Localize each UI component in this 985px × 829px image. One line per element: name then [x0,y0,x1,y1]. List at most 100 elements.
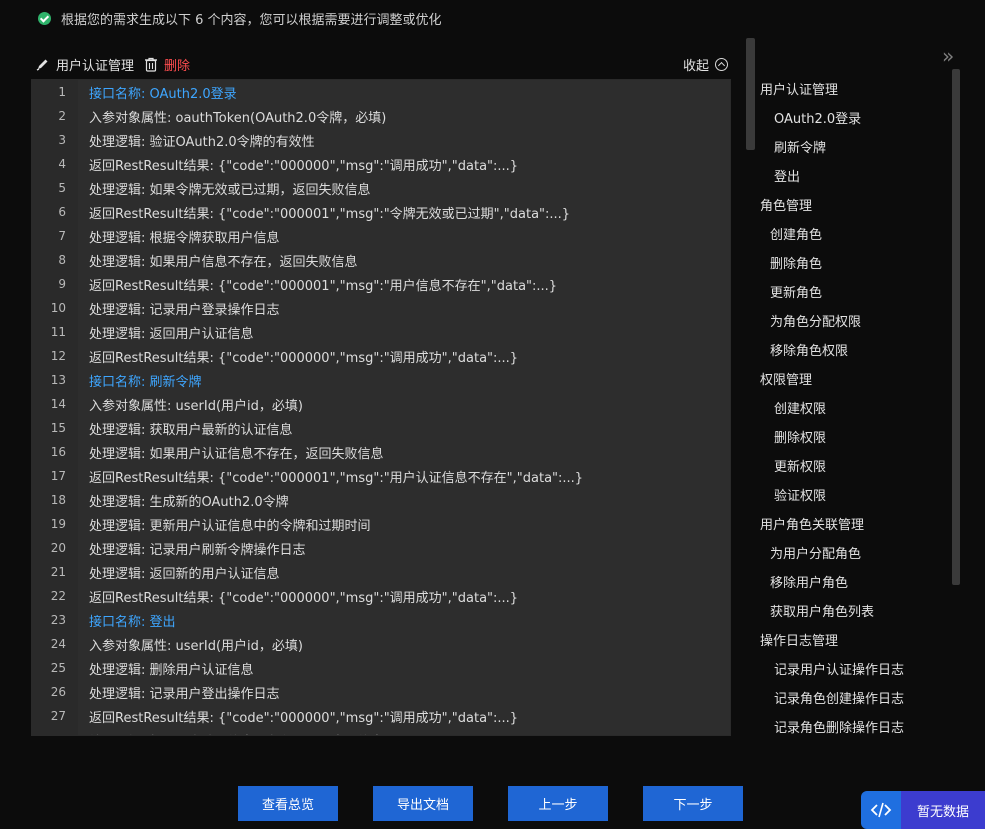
line-number: 13 [50,373,66,387]
code-line[interactable]: 9 返回RestResult结果: {"code":"000001","msg":… [32,272,730,296]
editor-toolbar: 用户认证管理 删除 收起 [36,53,728,75]
widget-text: 暂无数据 [901,791,985,829]
line-number: 21 [50,565,66,579]
line-text: 接口名称: 登出 [89,614,176,630]
code-line[interactable]: 10 处理逻辑: 记录用户登录操作日志 [32,296,730,320]
line-number: 5 [58,181,66,195]
code-line[interactable]: 17 返回RestResult结果: {"code":"000001","msg"… [32,464,730,488]
prev-button[interactable]: 上一步 [508,786,608,821]
next-button[interactable]: 下一步 [643,786,743,821]
double-chevron-right-icon[interactable]: » [942,44,955,68]
delete-button[interactable]: 删除 [144,55,190,74]
notice-text: 根据您的需求生成以下 6 个内容，您可以根据需要进行调整或优化 [61,13,442,28]
code-line[interactable]: 5 处理逻辑: 如果令牌无效或已过期，返回失败信息 [32,176,730,200]
outline-sidebar: 用户认证管理 OAuth2.0登录 刷新令牌登出角色管理创建角色删除角色更新角色为角… [746,38,962,738]
line-text: 返回RestResult结果: {"code":"000000","msg":"… [89,350,519,366]
outline-item[interactable]: 创建权限 [774,398,826,417]
code-line[interactable]: 14 入参对象属性: userId(用户id，必填) [32,392,730,416]
line-text: 处理逻辑: 获取用户最新的认证信息 [89,422,293,438]
outline-group[interactable]: 用户角色关联管理 [760,514,864,533]
overview-button[interactable]: 查看总览 [238,786,338,821]
line-text: 处理逻辑: 验证OAuth2.0令牌的有效性 [89,134,315,150]
outline-item[interactable]: 记录用户认证操作日志 [774,659,904,678]
code-line[interactable]: 28 处理逻辑: 如果用户认证信息不存在，返回失败信息 [32,728,730,735]
code-line[interactable]: 22 返回RestResult结果: {"code":"000000","msg"… [32,584,730,608]
line-text: 入参对象属性: userId(用户id，必填) [89,398,303,414]
code-editor[interactable]: 1 接口名称: OAuth2.0登录 2 入参对象属性: oauthToken(OAu… [31,79,731,736]
collapse-button[interactable]: 收起 [683,55,728,74]
code-line[interactable]: 24 入参对象属性: userId(用户id，必填) [32,632,730,656]
code-line[interactable]: 4 返回RestResult结果: {"code":"000000","msg":… [32,152,730,176]
line-number: 7 [58,229,66,243]
outline-group[interactable]: 用户认证管理 [760,79,838,98]
line-text: 返回RestResult结果: {"code":"000001","msg":"… [89,278,558,294]
line-number: 28 [32,733,66,735]
outline-item[interactable]: 创建角色 [770,224,822,243]
check-circle-icon [38,12,51,25]
code-line[interactable]: 19 处理逻辑: 更新用户认证信息中的令牌和过期时间 [32,512,730,536]
code-line[interactable]: 12 返回RestResult结果: {"code":"000000","msg"… [32,344,730,368]
outline-group[interactable]: 操作日志管理 [760,630,838,649]
outline-item[interactable]: 记录角色删除操作日志 [774,717,904,736]
line-text: 处理逻辑: 删除用户认证信息 [89,662,254,678]
outline-item[interactable]: 记录角色创建操作日志 [774,688,904,707]
outline-item[interactable]: 移除角色权限 [770,340,848,359]
code-line[interactable]: 15 处理逻辑: 获取用户最新的认证信息 [32,416,730,440]
outline-group[interactable]: 角色管理 [760,195,812,214]
code-line[interactable]: 27 返回RestResult结果: {"code":"000000","msg"… [32,704,730,728]
outline-item[interactable]: OAuth2.0登录 [774,108,861,127]
line-number: 12 [50,349,66,363]
code-line[interactable]: 23 接口名称: 登出 [32,608,730,632]
outline-group[interactable]: 权限管理 [760,369,812,388]
line-text: 处理逻辑: 返回用户认证信息 [89,326,254,342]
line-number: 1 [58,85,66,99]
outline-item[interactable]: 删除权限 [774,427,826,446]
code-line[interactable]: 2 入参对象属性: oauthToken(OAuth2.0令牌，必填) [32,104,730,128]
outline-item[interactable]: 为用户分配角色 [770,543,861,562]
outline-item[interactable]: 删除角色 [770,253,822,272]
outline-item[interactable]: 更新角色 [770,282,822,301]
export-button[interactable]: 导出文档 [373,786,473,821]
code-line[interactable]: 8 处理逻辑: 如果用户信息不存在，返回失败信息 [32,248,730,272]
code-line[interactable]: 6 返回RestResult结果: {"code":"000001","msg":… [32,200,730,224]
line-number: 23 [50,613,66,627]
code-line[interactable]: 1 接口名称: OAuth2.0登录 [32,80,730,104]
code-line[interactable]: 21 处理逻辑: 返回新的用户认证信息 [32,560,730,584]
outline-item[interactable]: 刷新令牌 [774,137,826,156]
line-number: 8 [58,253,66,267]
code-line[interactable]: 7 处理逻辑: 根据令牌获取用户信息 [32,224,730,248]
line-number: 22 [50,589,66,603]
line-text: 接口名称: OAuth2.0登录 [89,86,237,102]
outline-item[interactable]: 验证权限 [774,485,826,504]
code-icon [861,791,901,829]
code-line[interactable]: 13 接口名称: 刷新令牌 [32,368,730,392]
code-line[interactable]: 11 处理逻辑: 返回用户认证信息 [32,320,730,344]
outline-item[interactable]: 为角色分配权限 [770,311,861,330]
code-line[interactable]: 18 处理逻辑: 生成新的OAuth2.0令牌 [32,488,730,512]
code-line[interactable]: 25 处理逻辑: 删除用户认证信息 [32,656,730,680]
line-text: 返回RestResult结果: {"code":"000001","msg":"… [89,470,584,486]
code-line[interactable]: 16 处理逻辑: 如果用户认证信息不存在，返回失败信息 [32,440,730,464]
outline-item[interactable]: 登出 [774,166,800,185]
code-line[interactable]: 26 处理逻辑: 记录用户登出操作日志 [32,680,730,704]
line-number: 9 [58,277,66,291]
outline-item[interactable]: 更新权限 [774,456,826,475]
code-line[interactable]: 3 处理逻辑: 验证OAuth2.0令牌的有效性 [32,128,730,152]
line-number: 19 [50,517,66,531]
line-text: 处理逻辑: 根据令牌获取用户信息 [89,230,280,246]
assistant-widget[interactable]: 暂无数据 [861,791,985,829]
line-text: 处理逻辑: 记录用户登出操作日志 [89,686,280,702]
code-glyph [870,802,892,818]
line-text: 处理逻辑: 记录用户登录操作日志 [89,302,280,318]
line-number: 10 [50,301,66,315]
sidebar-scrollbar-right[interactable] [952,69,960,585]
trash-icon [145,57,158,72]
code-line[interactable]: 20 处理逻辑: 记录用户刷新令牌操作日志 [32,536,730,560]
line-number: 15 [50,421,66,435]
outline-item[interactable]: 获取用户角色列表 [770,601,874,620]
outline-item[interactable]: 移除用户角色 [770,572,848,591]
sidebar-scrollbar-left[interactable] [746,38,755,150]
line-text: 处理逻辑: 生成新的OAuth2.0令牌 [89,494,289,510]
section-title-text: 用户认证管理 [56,58,135,74]
line-number: 14 [50,397,66,411]
